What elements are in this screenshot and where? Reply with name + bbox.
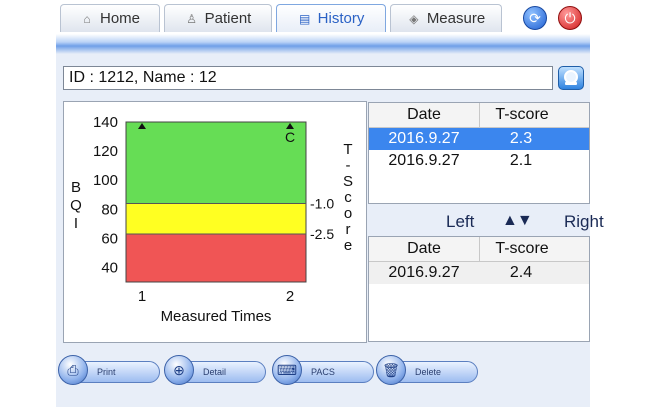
y-tick-label: 140: [93, 114, 118, 131]
delete-icon[interactable]: 🗑: [376, 355, 406, 385]
patient-id-field[interactable]: ID : 1212, Name : 12: [63, 66, 553, 90]
data-point-label: C: [285, 129, 295, 145]
y2-axis-label-letter: o: [344, 205, 352, 222]
x-tick-label: 1: [138, 288, 146, 305]
bqi-chart-panel: 140 120 100 80 60 40 1 2 -1.0 -2.5 Measured Times B…: [63, 101, 367, 343]
side-toggle: Left ▲▼ Right: [368, 210, 604, 234]
sync-button[interactable]: ⟳: [523, 6, 547, 30]
x-axis-label: Measured Times: [161, 308, 272, 325]
measure-icon: ◈: [409, 11, 419, 26]
table-header: Date T-score: [369, 237, 589, 262]
tab-history[interactable]: ▤ History: [276, 4, 386, 32]
y-tick-label: 60: [101, 230, 118, 247]
y2-axis-label-letter: T: [343, 141, 352, 158]
y-axis-label-letter: Q: [70, 197, 82, 214]
y2-axis-label-letter: S: [343, 173, 353, 190]
cell-tscore: 2.3: [509, 130, 533, 147]
tab-measure[interactable]: ◈ Measure: [390, 4, 502, 32]
print-icon[interactable]: ⎙: [58, 355, 88, 385]
search-icon: [564, 70, 578, 85]
threshold-label: -1.0: [310, 195, 334, 211]
y2-axis-label-letter: r: [346, 221, 351, 238]
band-normal: [126, 122, 306, 204]
tab-home[interactable]: ⌂ Home: [60, 4, 160, 32]
column-header-tscore: T-score: [495, 240, 549, 257]
band-osteoporosis: [126, 234, 306, 282]
cell-date: 2016.9.27: [388, 152, 460, 169]
power-button[interactable]: ⏻: [558, 6, 582, 30]
sync-icon: ⟳: [529, 10, 541, 26]
threshold-label: -2.5: [310, 226, 334, 242]
app-window: ⌂ Home ♙ Patient ▤ History ◈ Measure ⟳ ⏻…: [56, 0, 604, 407]
detail-icon[interactable]: ⊕: [164, 355, 194, 385]
column-header-tscore: T-score: [495, 106, 549, 123]
patient-icon: ♙: [186, 11, 198, 26]
y2-axis-label-letter: -: [346, 157, 351, 174]
side-left-label[interactable]: Left: [446, 212, 474, 232]
print-label: Print: [97, 367, 116, 377]
cell-date: 2016.9.27: [388, 130, 460, 147]
history-table-top: Date T-score 2016.9.27 2.3 2016.9.27 2.1: [368, 102, 590, 204]
table-row[interactable]: 2016.9.27 2.4: [369, 262, 589, 284]
tab-measure-label: Measure: [426, 10, 486, 27]
delete-label: Delete: [415, 367, 442, 377]
table-row[interactable]: 2016.9.27 2.3: [369, 128, 589, 150]
y-tick-label: 100: [93, 172, 118, 189]
tab-history-label: History: [317, 10, 365, 27]
header-stripe: [56, 34, 590, 54]
cell-tscore: 2.4: [509, 264, 533, 281]
column-header-date: Date: [369, 237, 480, 261]
y-tick-label: 80: [101, 201, 118, 218]
tab-bar: ⌂ Home ♙ Patient ▤ History ◈ Measure ⟳ ⏻: [56, 0, 590, 34]
side-right-label[interactable]: Right: [564, 212, 604, 232]
home-icon: ⌂: [83, 11, 91, 26]
y2-axis-label-letter: e: [344, 237, 352, 254]
tab-home-label: Home: [99, 10, 140, 27]
pacs-icon[interactable]: ⌨: [272, 355, 302, 385]
history-icon: ▤: [298, 11, 311, 26]
table-row[interactable]: 2016.9.27 2.1: [369, 150, 589, 172]
table-header: Date T-score: [369, 103, 589, 128]
bqi-chart: 140 120 100 80 60 40 1 2 -1.0 -2.5 Measured Times B…: [70, 114, 353, 325]
history-table-bottom: Date T-score 2016.9.27 2.4: [368, 236, 590, 342]
up-down-arrows-icon[interactable]: ▲▼: [502, 212, 533, 230]
power-icon: ⏻: [564, 10, 576, 26]
pacs-label: PACS: [311, 367, 335, 377]
y-axis-label-letter: I: [74, 215, 78, 232]
band-osteopenia: [126, 203, 306, 234]
y2-axis-label-letter: c: [344, 189, 352, 206]
cell-tscore: 2.1: [509, 152, 533, 169]
tab-patient[interactable]: ♙ Patient: [164, 4, 272, 32]
column-header-date: Date: [369, 103, 480, 127]
y-tick-label: 120: [93, 143, 118, 160]
tab-patient-label: Patient: [204, 10, 252, 27]
detail-label: Detail: [203, 367, 227, 377]
search-button[interactable]: [558, 66, 584, 90]
x-tick-label: 2: [286, 288, 294, 305]
y-axis-label-letter: B: [71, 179, 81, 196]
cell-date: 2016.9.27: [388, 264, 460, 281]
y-tick-label: 40: [101, 259, 118, 276]
